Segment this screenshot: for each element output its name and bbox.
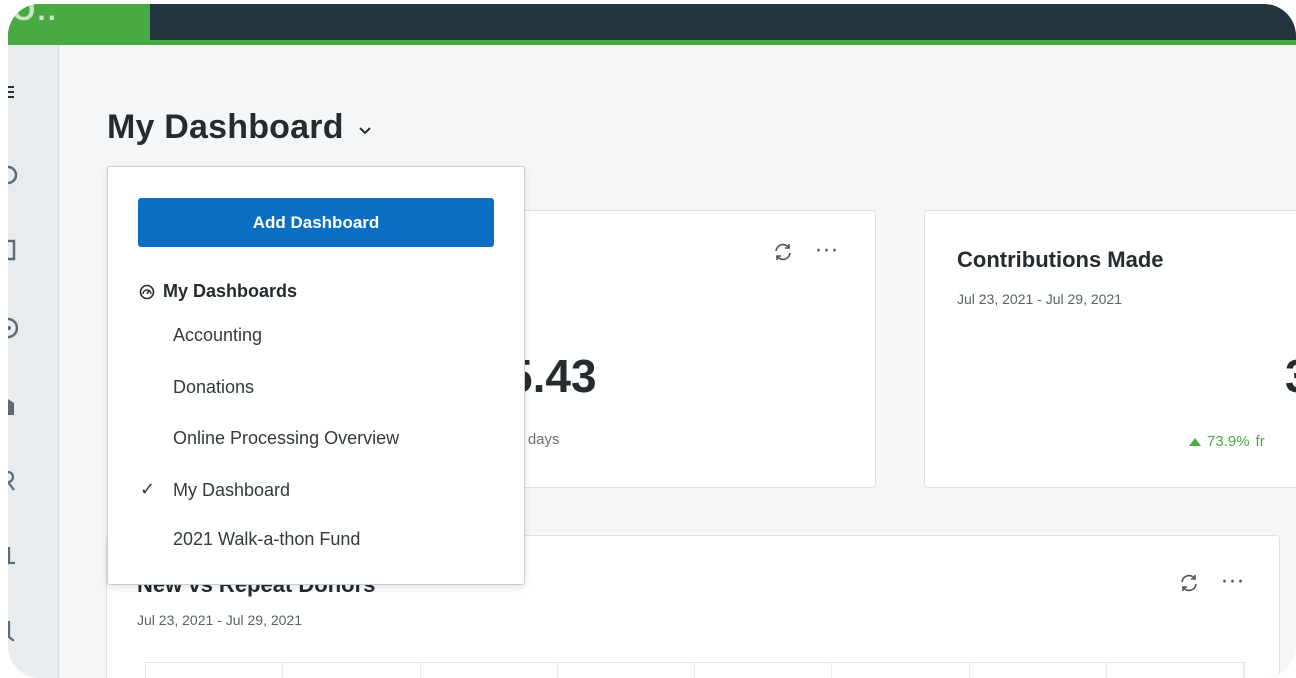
nav-messages-icon[interactable] [8, 395, 22, 417]
trend-up-icon [1189, 437, 1201, 446]
dropdown-item-donations[interactable]: Donations [173, 377, 254, 398]
nav-settings-icon[interactable] [8, 619, 22, 642]
chart-area [145, 662, 1245, 678]
more-horizontal-icon[interactable]: ··· [815, 241, 839, 263]
nav-contacts-icon[interactable] [8, 239, 22, 261]
dropdown-item-2021-walk-a-thon-fund[interactable]: 2021 Walk-a-thon Fund [173, 529, 360, 550]
card-toolbar: ··· [1179, 572, 1245, 594]
nav-donations-icon[interactable] [8, 317, 22, 339]
more-horizontal-icon[interactable]: ··· [1221, 572, 1245, 594]
side-navigation-rail [8, 45, 59, 678]
card-date-range: Jul 23, 2021 - Jul 29, 2021 [137, 612, 303, 628]
card-date-range: Jul 23, 2021 - Jul 29, 2021 [957, 291, 1123, 307]
dropdown-item-my-dashboard[interactable]: My Dashboard [173, 480, 290, 501]
top-navigation-bar [8, 4, 1296, 44]
card-toolbar: ··· [773, 241, 839, 263]
top-bar-accent-stripe [8, 40, 1296, 45]
my-dashboards-group-label: My Dashboards [139, 281, 297, 302]
dashboard-dropdown-menu: Add Dashboard My Dashboards Accounting D… [107, 166, 525, 585]
trend-indicator: 73.9% fr [1189, 433, 1265, 450]
app-logo[interactable]: O.. [8, 4, 150, 45]
nav-reports-icon[interactable] [8, 545, 22, 567]
refresh-icon[interactable] [1179, 574, 1199, 592]
app-frame: O.. My Dashboard ··· 5.43 t 7 days Contr… [8, 4, 1296, 678]
check-icon: ✓ [140, 479, 156, 500]
dropdown-item-accounting[interactable]: Accounting [173, 325, 262, 346]
page-title: My Dashboard [107, 108, 344, 146]
trend-suffix: fr [1255, 433, 1265, 450]
hamburger-icon[interactable] [8, 81, 22, 103]
gauge-icon [139, 284, 155, 299]
dashboard-title-selector[interactable]: My Dashboard [107, 108, 372, 147]
add-dashboard-button[interactable]: Add Dashboard [138, 198, 494, 247]
app-logo-text: O.. [12, 4, 59, 27]
refresh-icon[interactable] [773, 243, 793, 261]
metric-value: 3 [1285, 349, 1296, 403]
card-title: Contributions Made [957, 247, 1164, 272]
chevron-down-icon [358, 126, 371, 134]
metric-card-contributions: Contributions Made Jul 23, 2021 - Jul 29… [924, 210, 1296, 488]
nav-people-icon[interactable] [8, 470, 22, 492]
nav-home-icon[interactable] [8, 164, 22, 186]
trend-percentage: 73.9% [1207, 433, 1250, 450]
dropdown-item-online-processing-overview[interactable]: Online Processing Overview [173, 428, 399, 449]
